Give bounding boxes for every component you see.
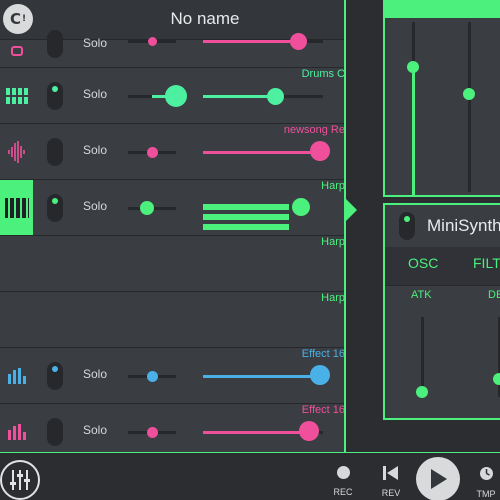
volume-knob[interactable]: [290, 33, 307, 50]
mixer-panel: [383, 0, 500, 197]
track-name: Harp: [321, 180, 345, 192]
pattern-bar: [203, 204, 289, 210]
app-window: C! No name Solo Solo Drums C Solo newson…: [0, 0, 500, 500]
track-row[interactable]: Harp: [0, 236, 345, 292]
expand-arrow-icon[interactable]: [345, 198, 357, 222]
tempo-button[interactable]: TMP: [466, 466, 500, 499]
track-row[interactable]: Solo Drums C: [0, 68, 345, 124]
divider: [385, 285, 500, 286]
panel-divider[interactable]: [344, 0, 346, 452]
track-name: Effect 16: [301, 348, 345, 360]
tab-filter[interactable]: FILT: [473, 255, 500, 271]
tab-osc[interactable]: OSC: [408, 255, 438, 271]
attack-knob[interactable]: [416, 386, 428, 398]
play-button[interactable]: [416, 457, 460, 500]
pads-icon: [10, 46, 23, 56]
mixer-fader-knob[interactable]: [407, 61, 419, 73]
solo-button[interactable]: Solo: [83, 36, 107, 50]
track-row[interactable]: Solo Effect 16: [0, 348, 345, 404]
equalizer-icon: [7, 423, 26, 440]
play-icon: [431, 469, 447, 489]
volume-knob[interactable]: [310, 365, 330, 385]
track-name: Drums C: [301, 68, 345, 80]
volume-knob[interactable]: [292, 198, 310, 216]
mixer-fader[interactable]: [468, 22, 471, 192]
app-logo-icon[interactable]: C!: [3, 4, 33, 34]
mute-toggle[interactable]: [47, 82, 63, 110]
pattern-bar: [203, 214, 289, 220]
pan-knob[interactable]: [147, 427, 158, 438]
solo-button[interactable]: Solo: [83, 87, 107, 101]
pattern-bar: [203, 224, 289, 230]
track-instrument-button[interactable]: [0, 68, 33, 123]
song-title[interactable]: No name: [100, 9, 310, 29]
track-row[interactable]: Harp: [0, 292, 345, 348]
mute-toggle[interactable]: [47, 30, 63, 58]
synth-name: MiniSynth: [427, 216, 500, 235]
logo-text: C: [9, 10, 21, 28]
track-instrument-button[interactable]: [0, 180, 33, 235]
track-instrument-button[interactable]: [0, 348, 33, 403]
transport-bar: REC REV TMP: [0, 452, 500, 500]
mixer-fader-knob[interactable]: [463, 88, 475, 100]
pan-knob[interactable]: [147, 147, 158, 158]
mute-toggle[interactable]: [47, 418, 63, 446]
mute-toggle[interactable]: [47, 138, 63, 166]
volume-knob[interactable]: [299, 421, 319, 441]
pan-knob[interactable]: [148, 37, 157, 46]
volume-knob[interactable]: [267, 88, 284, 105]
solo-button[interactable]: Solo: [83, 143, 107, 157]
record-button[interactable]: REC: [323, 466, 363, 497]
pan-knob[interactable]: [147, 371, 158, 382]
track-row-selected[interactable]: Solo Harp: [0, 180, 345, 236]
decay-label: DEC: [488, 289, 500, 301]
solo-button[interactable]: Solo: [83, 367, 107, 381]
mute-toggle[interactable]: [47, 362, 63, 390]
volume-fill: [203, 151, 311, 154]
pan-knob[interactable]: [140, 201, 154, 215]
mixer-header: [385, 0, 500, 18]
track-name: Harp: [321, 236, 345, 248]
attack-label: ATK: [411, 289, 432, 301]
track-instrument-button[interactable]: [0, 40, 33, 68]
synth-power-toggle[interactable]: [399, 212, 415, 240]
mixer-button[interactable]: [0, 460, 40, 500]
mixer-sliders-icon: [10, 470, 30, 490]
record-label: REC: [333, 487, 353, 497]
volume-knob[interactable]: [310, 141, 330, 161]
volume-fill: [203, 375, 311, 378]
track-row[interactable]: Solo Effect 16: [0, 404, 345, 452]
pan-knob[interactable]: [165, 85, 187, 107]
mixer-fader-fill: [412, 70, 415, 195]
track-row[interactable]: Solo: [0, 30, 345, 68]
mute-toggle[interactable]: [47, 194, 63, 222]
synth-panel: MiniSynth OSC FILT ATK DEC: [383, 203, 500, 420]
piano-keys-icon: [4, 197, 29, 218]
track-row[interactable]: Solo newsong Re: [0, 124, 345, 180]
solo-button[interactable]: Solo: [83, 423, 107, 437]
drum-pads-icon: [5, 87, 28, 104]
track-name: Effect 16: [301, 404, 345, 416]
track-instrument-button[interactable]: [0, 404, 33, 459]
tempo-label: TMP: [476, 489, 496, 499]
volume-fill: [203, 95, 275, 98]
track-name: newsong Re: [283, 124, 345, 136]
waveform-icon: [7, 140, 25, 163]
volume-fill: [203, 40, 299, 43]
rewind-button[interactable]: REV: [371, 466, 411, 498]
attack-slider[interactable]: [421, 317, 424, 397]
clock-icon: [479, 467, 493, 480]
solo-button[interactable]: Solo: [83, 199, 107, 213]
track-name: Harp: [321, 292, 345, 304]
rewind-label: REV: [381, 488, 401, 498]
record-icon: [336, 466, 350, 479]
volume-fill: [203, 431, 300, 434]
equalizer-icon: [7, 367, 26, 384]
track-instrument-button[interactable]: [0, 124, 33, 179]
decay-knob[interactable]: [493, 373, 500, 385]
skip-back-icon: [383, 466, 398, 480]
